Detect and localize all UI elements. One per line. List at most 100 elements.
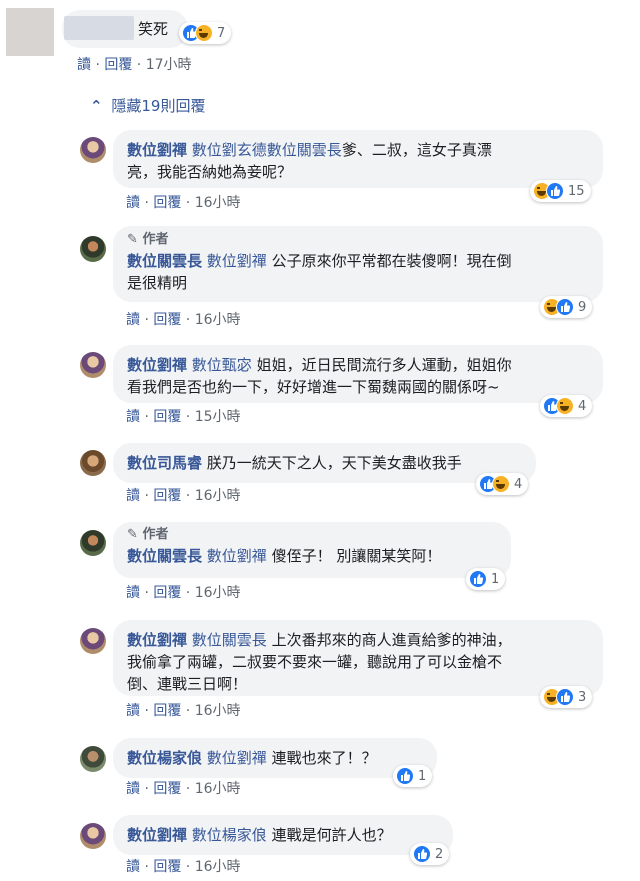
avatar[interactable] bbox=[80, 236, 106, 262]
avatar[interactable] bbox=[80, 746, 106, 772]
read-link[interactable]: 讀 bbox=[126, 585, 140, 601]
mention[interactable]: 數位楊家俍 bbox=[192, 826, 267, 844]
reply-link[interactable]: 回覆 bbox=[153, 703, 181, 719]
reaction-summary[interactable]: 9 bbox=[540, 296, 593, 318]
read-link[interactable]: 讀 bbox=[77, 57, 91, 73]
like-icon bbox=[469, 570, 487, 588]
avatar[interactable] bbox=[80, 450, 106, 476]
mention[interactable]: 數位關雲長 bbox=[192, 631, 267, 649]
reply-text-line2: 是很精明 bbox=[127, 274, 188, 292]
reply-actions: 讀 · 回覆 · 16小時 bbox=[126, 703, 241, 719]
commenter-name[interactable]: 數位劉禪 bbox=[127, 356, 187, 374]
reply-bubble: 數位劉禪 數位甄宓 姐姐，近日民間流行多人運動，姐姐你 看我們是否也約一下，好好… bbox=[113, 345, 603, 403]
mention[interactable]: 數位劉禪 bbox=[207, 252, 267, 270]
timestamp[interactable]: 16小時 bbox=[195, 488, 241, 504]
reply-link[interactable]: 回覆 bbox=[153, 195, 181, 211]
reaction-count: 1 bbox=[418, 768, 427, 784]
reaction-count: 7 bbox=[217, 25, 226, 41]
read-link[interactable]: 讀 bbox=[126, 703, 140, 719]
reaction-summary[interactable]: 15 bbox=[530, 180, 591, 202]
author-badge: ✎ 作者 bbox=[127, 527, 169, 542]
reply-link[interactable]: 回覆 bbox=[153, 488, 181, 504]
reaction-summary[interactable]: 1 bbox=[466, 568, 506, 590]
reply-actions: 讀 · 回覆 · 15小時 bbox=[126, 409, 241, 425]
mention[interactable]: 數位劉玄德數位關雲長 bbox=[192, 141, 342, 159]
reaction-summary[interactable]: 4 bbox=[540, 395, 593, 417]
timestamp[interactable]: 16小時 bbox=[195, 859, 241, 875]
pencil-icon: ✎ bbox=[127, 232, 138, 247]
reply-link[interactable]: 回覆 bbox=[153, 585, 181, 601]
timestamp[interactable]: 15小時 bbox=[195, 409, 241, 425]
reply-text-line2: 看我們是否也約一下，好好增進一下蜀魏兩國的關係呀~ bbox=[127, 378, 500, 396]
commenter-name[interactable]: 數位劉禪 bbox=[127, 141, 187, 159]
like-icon bbox=[413, 845, 431, 863]
top-comment-text: 笑死 bbox=[138, 20, 169, 38]
reply-actions: 讀 · 回覆 · 16小時 bbox=[126, 781, 241, 797]
avatar[interactable] bbox=[80, 628, 106, 654]
commenter-name[interactable]: 數位司馬睿 bbox=[127, 454, 202, 472]
haha-icon bbox=[556, 397, 574, 415]
timestamp[interactable]: 16小時 bbox=[195, 703, 241, 719]
reaction-summary[interactable]: 4 bbox=[476, 473, 529, 495]
like-icon bbox=[396, 767, 414, 785]
like-icon bbox=[556, 688, 574, 706]
reply-actions: 讀 · 回覆 · 16小時 bbox=[126, 488, 241, 504]
reaction-count: 3 bbox=[578, 689, 587, 705]
reply-actions: 讀 · 回覆 · 16小時 bbox=[126, 859, 241, 875]
avatar[interactable] bbox=[80, 137, 106, 163]
timestamp[interactable]: 16小時 bbox=[195, 312, 241, 328]
reply-text-line3: 倒、連戰三日啊！ bbox=[127, 675, 248, 693]
reply-text-line1: 公子原來你平常都在裝傻啊！現在倒 bbox=[271, 252, 512, 270]
reply-link[interactable]: 回覆 bbox=[104, 57, 132, 73]
reply-text-line1: 上次番邦來的商人進貢給爹的神油， bbox=[271, 631, 512, 649]
reply-text-line2: 我偷拿了兩罐，二叔要不要來一罐，聽說用了可以金槍不 bbox=[127, 653, 503, 671]
mention[interactable]: 數位甄宓 bbox=[192, 356, 252, 374]
commenter-name[interactable]: 數位劉禪 bbox=[127, 826, 187, 844]
reaction-summary[interactable]: 2 bbox=[410, 843, 450, 865]
read-link[interactable]: 讀 bbox=[126, 312, 140, 328]
haha-icon bbox=[195, 24, 213, 42]
reaction-summary[interactable]: 1 bbox=[393, 765, 433, 787]
read-link[interactable]: 讀 bbox=[126, 781, 140, 797]
reaction-count: 4 bbox=[514, 476, 523, 492]
reply-link[interactable]: 回覆 bbox=[153, 409, 181, 425]
read-link[interactable]: 讀 bbox=[126, 859, 140, 875]
avatar[interactable] bbox=[80, 530, 106, 556]
reply-bubble: 數位劉禪 數位楊家俍 連戰是何許人也？ bbox=[113, 815, 453, 855]
reply-link[interactable]: 回覆 bbox=[153, 312, 181, 328]
reply-text-line2: 亮，我能否納她為妾呢？ bbox=[127, 163, 293, 181]
top-avatar[interactable] bbox=[6, 8, 54, 56]
reaction-count: 9 bbox=[578, 299, 587, 315]
reply-bubble: 數位楊家俍 數位劉禪 連戰也來了！？ bbox=[113, 738, 437, 778]
timestamp[interactable]: 16小時 bbox=[195, 585, 241, 601]
avatar[interactable] bbox=[80, 823, 106, 849]
reply-actions: 讀 · 回覆 · 16小時 bbox=[126, 312, 241, 328]
commenter-name[interactable]: 數位關雲長 bbox=[127, 547, 202, 565]
hide-replies-toggle[interactable]: ⌃ 隱藏19則回覆 bbox=[90, 95, 205, 116]
timestamp[interactable]: 16小時 bbox=[195, 195, 241, 211]
timestamp[interactable]: 16小時 bbox=[195, 781, 241, 797]
mention[interactable]: 數位劉禪 bbox=[207, 749, 267, 767]
reply-bubble: ✎ 作者 數位關雲長 數位劉禪 公子原來你平常都在裝傻啊！現在倒 是很精明 bbox=[113, 226, 603, 302]
redacted-name bbox=[64, 16, 134, 40]
commenter-name[interactable]: 數位關雲長 bbox=[127, 252, 202, 270]
timestamp[interactable]: 17小時 bbox=[146, 57, 192, 73]
like-icon bbox=[546, 182, 564, 200]
reaction-count: 15 bbox=[568, 183, 585, 199]
pencil-icon: ✎ bbox=[127, 527, 138, 542]
read-link[interactable]: 讀 bbox=[126, 409, 140, 425]
top-reaction-summary[interactable]: 7 bbox=[179, 22, 232, 44]
reply-link[interactable]: 回覆 bbox=[153, 781, 181, 797]
mention[interactable]: 數位劉禪 bbox=[207, 547, 267, 565]
top-comment-actions: 讀 · 回覆 · 17小時 bbox=[77, 57, 192, 73]
read-link[interactable]: 讀 bbox=[126, 488, 140, 504]
reaction-summary[interactable]: 3 bbox=[540, 686, 593, 708]
reply-link[interactable]: 回覆 bbox=[153, 859, 181, 875]
reply-text-line1: 姐姐，近日民間流行多人運動，姐姐你 bbox=[256, 356, 512, 374]
author-badge: ✎ 作者 bbox=[127, 232, 169, 247]
commenter-name[interactable]: 數位劉禪 bbox=[127, 631, 187, 649]
hide-replies-label: 隱藏19則回覆 bbox=[111, 97, 206, 115]
avatar[interactable] bbox=[80, 352, 106, 378]
commenter-name[interactable]: 數位楊家俍 bbox=[127, 749, 202, 767]
read-link[interactable]: 讀 bbox=[126, 195, 140, 211]
